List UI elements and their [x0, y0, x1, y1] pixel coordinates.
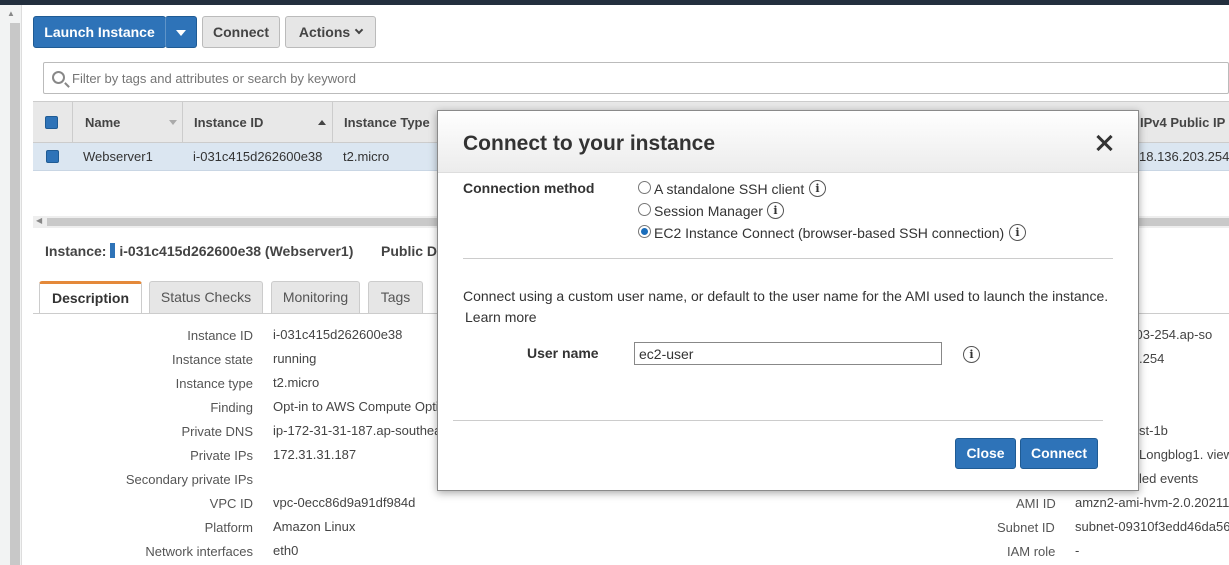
detail-key: Secondary private IPs	[125, 472, 253, 487]
column-instance-type-label: Instance Type	[344, 114, 430, 130]
launch-instance-button[interactable]: Launch Instance	[33, 16, 166, 48]
detail-link[interactable]: Longblog1. view	[1139, 447, 1229, 462]
tab-monitoring[interactable]: Monitoring	[271, 281, 360, 313]
sort-icon[interactable]	[169, 119, 177, 125]
detail-key: IAM role	[1007, 544, 1056, 559]
detail-key: Private DNS	[181, 424, 253, 439]
tab-description[interactable]: Description	[39, 281, 142, 314]
close-icon[interactable]	[1094, 133, 1114, 153]
public-dns-label: Public D	[381, 243, 438, 259]
detail-value: running	[273, 351, 317, 366]
detail-key: Finding	[210, 400, 253, 415]
row-checkbox[interactable]	[46, 143, 73, 170]
detail-key: VPC ID	[209, 496, 253, 511]
detail-key: Network interfaces	[145, 544, 253, 559]
close-button[interactable]: Close	[955, 438, 1016, 469]
radio-ec2-instance-connect[interactable]	[638, 225, 651, 238]
scrollbar-thumb[interactable]	[10, 23, 20, 565]
subnet-id-link[interactable]: subnet-09310f3edd46da56	[1075, 519, 1229, 534]
modal-divider	[463, 258, 1113, 259]
connect-button[interactable]: Connect	[202, 16, 280, 48]
detail-value: -	[1075, 543, 1080, 558]
caret-down-icon	[176, 30, 186, 37]
info-icon[interactable]: i	[963, 346, 980, 363]
scroll-up-icon[interactable]: ▲	[7, 9, 15, 18]
detail-key: Private IPs	[190, 448, 253, 463]
column-header-instance-type[interactable]: Instance Type	[333, 102, 443, 142]
user-name-label: User name	[527, 345, 599, 361]
vpc-id-link[interactable]: vpc-0ecc86d9a91df984d	[273, 495, 415, 510]
column-header-instance-id[interactable]: Instance ID	[183, 102, 333, 142]
connect-description: Connect using a custom user name, or def…	[463, 288, 1109, 304]
page-scrollbar[interactable]: ▲	[0, 5, 22, 565]
scroll-left-icon[interactable]: ◀	[36, 216, 42, 225]
cell-name: Webserver1	[83, 149, 153, 164]
filter-search[interactable]	[43, 62, 1229, 94]
instance-summary: Instance: i-031c415d262600e38 (Webserver…	[45, 243, 353, 259]
detail-key: Subnet ID	[997, 520, 1055, 535]
detail-key: Platform	[204, 520, 253, 535]
launch-instance-dropdown[interactable]	[165, 16, 197, 48]
instance-summary-value: i-031c415d262600e38 (Webserver1)	[119, 243, 354, 259]
checkbox-icon	[45, 115, 58, 129]
detail-key: AMI ID	[1016, 496, 1056, 511]
user-name-input[interactable]	[634, 342, 942, 365]
detail-value: 172.31.31.187	[273, 447, 357, 462]
connect-label: Connect	[213, 24, 269, 40]
option-session-manager-label[interactable]: Session Manager	[654, 203, 763, 219]
radio-session-manager[interactable]	[638, 203, 651, 216]
cell-instance-id: i-031c415d262600e38	[193, 149, 323, 164]
column-public-ip-label: IPv4 Public IP	[1140, 114, 1226, 130]
detail-value: st-1b	[1139, 423, 1168, 438]
connection-method-label: Connection method	[463, 180, 595, 196]
detail-key: Instance type	[175, 376, 253, 391]
detail-link[interactable]: led events	[1139, 471, 1198, 486]
detail-value: ip-172-31-31-187.ap-southea	[273, 423, 442, 438]
actions-button[interactable]: Actions	[285, 16, 376, 48]
detail-value: Amazon Linux	[273, 519, 356, 534]
detail-value: Opt-in to AWS Compute Opti	[273, 399, 439, 414]
cell-public-ip: 18.136.203.254	[1139, 149, 1229, 164]
chevron-down-icon	[354, 25, 364, 35]
search-input[interactable]	[72, 63, 1222, 93]
modal-title: Connect to your instance	[463, 132, 716, 155]
tab-tags[interactable]: Tags	[368, 281, 423, 313]
detail-value: i-031c415d262600e38	[273, 327, 403, 342]
info-icon[interactable]: i	[809, 180, 826, 197]
top-bar	[0, 0, 1229, 5]
info-icon[interactable]: i	[767, 202, 784, 219]
checkbox-icon	[46, 150, 59, 163]
connect-modal-button[interactable]: Connect	[1020, 438, 1098, 469]
info-icon[interactable]: i	[1009, 224, 1026, 241]
instance-color-swatch	[110, 243, 116, 258]
detail-key: Instance ID	[187, 328, 253, 343]
search-icon	[52, 71, 65, 84]
cell-instance-type: t2.micro	[343, 149, 390, 164]
learn-more-link[interactable]: Learn more	[465, 309, 537, 325]
column-instance-id-label: Instance ID	[194, 114, 264, 130]
modal-header: Connect to your instance	[438, 111, 1138, 173]
network-interface-link[interactable]: eth0	[273, 543, 298, 558]
launch-instance-label: Launch Instance	[44, 24, 155, 40]
modal-footer-divider	[453, 420, 1103, 421]
option-ssh-client-label[interactable]: A standalone SSH client	[654, 181, 804, 197]
detail-key: Instance state	[172, 352, 253, 367]
column-header-name[interactable]: Name	[72, 102, 183, 142]
detail-value: t2.micro	[273, 375, 320, 390]
column-name-label: Name	[85, 114, 121, 130]
select-all-checkbox[interactable]	[45, 102, 72, 142]
connect-modal: Connect to your instance Connection meth…	[437, 110, 1139, 491]
ami-id-link[interactable]: amzn2-ami-hvm-2.0.20211	[1075, 495, 1229, 510]
instance-prefix: Instance:	[45, 243, 107, 259]
option-ec2-instance-connect-label[interactable]: EC2 Instance Connect (browser-based SSH …	[654, 225, 1004, 241]
sort-ascending-icon[interactable]	[318, 119, 326, 125]
detail-value: .254	[1139, 351, 1165, 366]
tab-status-checks[interactable]: Status Checks	[149, 281, 263, 313]
radio-ssh-client[interactable]	[638, 181, 651, 194]
column-header-public-ip[interactable]: IPv4 Public IP	[1139, 102, 1229, 142]
actions-label: Actions	[298, 24, 351, 40]
